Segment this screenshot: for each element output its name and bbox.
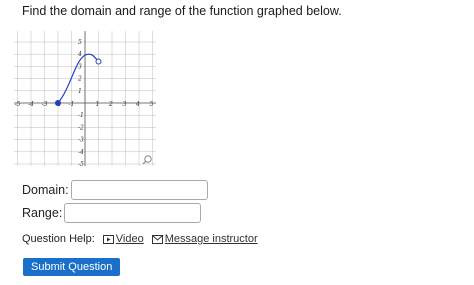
domain-row: Domain: bbox=[22, 180, 208, 200]
range-input[interactable] bbox=[64, 203, 202, 223]
y-tick-label: -5 bbox=[78, 161, 84, 166]
y-tick-labels: 5 4 3 2 1 -1 -2 -3 -4 -5 bbox=[77, 39, 84, 166]
message-instructor-link[interactable]: Message instructor bbox=[151, 233, 258, 245]
question-help-label: Question Help: bbox=[22, 233, 95, 245]
axes bbox=[14, 31, 156, 166]
x-tick-label: 5 bbox=[150, 101, 154, 108]
message-instructor-label: Message instructor bbox=[164, 233, 258, 245]
closed-endpoint bbox=[55, 100, 61, 106]
y-tick-label: -4 bbox=[78, 149, 84, 156]
range-row: Range: bbox=[22, 203, 202, 223]
video-link-label: Video bbox=[115, 233, 144, 245]
domain-input[interactable] bbox=[70, 180, 208, 200]
y-tick-label: 5 bbox=[78, 39, 82, 46]
video-link[interactable]: Video bbox=[102, 233, 144, 245]
y-tick-label: 2 bbox=[77, 76, 82, 83]
envelope-icon bbox=[151, 234, 163, 244]
question-text: Find the domain and range of the functio… bbox=[22, 4, 342, 18]
open-endpoint bbox=[95, 58, 102, 65]
video-icon bbox=[102, 234, 114, 244]
submit-question-button[interactable]: Submit Question bbox=[23, 258, 121, 276]
y-tick-label: 1 bbox=[78, 88, 82, 95]
x-tick-label: 3 bbox=[123, 101, 127, 108]
x-tick-label: -5 bbox=[15, 101, 21, 108]
magnifier-icon[interactable] bbox=[142, 155, 152, 165]
x-tick-label: 2 bbox=[108, 101, 113, 108]
x-tick-label: 4 bbox=[135, 101, 140, 108]
x-tick-label: -3 bbox=[42, 101, 48, 108]
y-tick-label: -2 bbox=[78, 124, 84, 131]
question-help: Question Help: Video Message instructor bbox=[22, 233, 258, 245]
x-tick-label: 1 bbox=[96, 101, 100, 108]
y-tick-label: -1 bbox=[78, 112, 84, 119]
x-tick-labels: -5-4-3-2-112345 bbox=[15, 101, 154, 108]
y-tick-label: 3 bbox=[78, 63, 82, 70]
y-tick-label: -3 bbox=[78, 137, 84, 144]
y-tick-label: 4 bbox=[77, 51, 82, 58]
function-graph: -5-4-3-2-112345 54321-1-2-3-4-5 bbox=[14, 31, 156, 166]
domain-label: Domain: bbox=[22, 183, 69, 197]
range-label: Range: bbox=[22, 206, 63, 220]
x-tick-label: -1 bbox=[69, 101, 75, 108]
x-tick-label: -4 bbox=[28, 101, 34, 108]
